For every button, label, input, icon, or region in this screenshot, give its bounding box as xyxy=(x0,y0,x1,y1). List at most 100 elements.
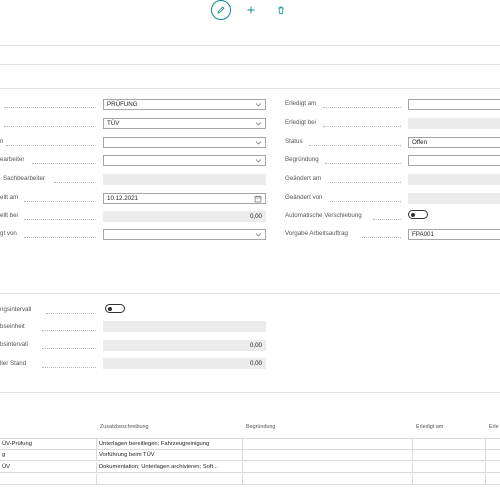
field-label: ller Stand xyxy=(0,360,27,367)
field-dots xyxy=(42,330,96,331)
field-label: bsintervall xyxy=(0,341,28,348)
task-name-cell[interactable]: ÜV-Prüfung xyxy=(0,439,97,450)
completed-cell[interactable] xyxy=(486,474,500,485)
interval-toggle[interactable] xyxy=(105,304,125,313)
chevron-down-icon xyxy=(255,103,262,107)
description-cell[interactable]: Dokumentation; Unterlagen archivieren; S… xyxy=(97,462,243,473)
table-row[interactable]: ÜV Dokumentation; Unterlagen archivieren… xyxy=(0,462,500,473)
reason-cell[interactable] xyxy=(243,474,413,485)
chevron-down-icon xyxy=(255,122,262,126)
table-row[interactable]: g Vorführung beim TÜV xyxy=(0,450,500,461)
task-name-cell[interactable]: g xyxy=(0,450,97,461)
current-reading-value: 0,00 xyxy=(249,360,262,367)
chevron-down-icon xyxy=(255,233,262,237)
status-field[interactable]: Offen xyxy=(408,137,500,148)
column-header-reason[interactable]: Begründung xyxy=(246,424,275,436)
field-label: Status xyxy=(285,138,303,145)
reason-cell[interactable] xyxy=(243,462,413,473)
reason-cell[interactable] xyxy=(243,450,413,461)
table-row[interactable] xyxy=(0,474,500,485)
completed-cell[interactable] xyxy=(486,450,500,461)
work-order-field[interactable]: FPA001 xyxy=(408,229,500,240)
operating-interval-value: 0,00 xyxy=(249,342,262,349)
field-label: ellt bei xyxy=(0,212,18,219)
field-label: n xyxy=(0,138,4,145)
completed-cell[interactable] xyxy=(486,462,500,473)
column-header-completed-date[interactable]: Erledigt am xyxy=(416,424,443,436)
field-dots xyxy=(32,163,96,164)
reason-cell[interactable] xyxy=(243,439,413,450)
task-name-cell[interactable]: ÜV xyxy=(0,462,97,473)
field-label: earbeiter xyxy=(0,156,25,163)
divider xyxy=(0,293,500,294)
pencil-icon xyxy=(217,6,225,14)
field-dots xyxy=(42,367,96,368)
completed-date-field[interactable] xyxy=(408,99,500,110)
field-label: gt von xyxy=(0,230,17,237)
field-dots xyxy=(24,219,96,220)
trash-icon xyxy=(278,6,284,14)
calendar-icon[interactable] xyxy=(254,195,262,203)
field-label: bseinheit xyxy=(0,323,25,330)
field-dots xyxy=(24,201,96,202)
completed-date-cell[interactable] xyxy=(413,474,486,485)
field-label: Vorgabe Arbeitsauftrag xyxy=(285,230,348,237)
chevron-down-icon xyxy=(255,141,262,145)
created-by-dropdown[interactable] xyxy=(103,229,266,240)
reason-field[interactable] xyxy=(408,155,500,166)
toggle-knob xyxy=(411,212,415,217)
divider xyxy=(0,64,500,65)
operating-unit-field xyxy=(103,321,266,332)
completed-date-cell[interactable] xyxy=(413,462,486,473)
description-cell[interactable] xyxy=(97,474,243,485)
field-label: Geändert am xyxy=(285,175,322,182)
field-label: Erledigt am xyxy=(285,100,317,107)
field-dots xyxy=(54,182,96,183)
field-dots xyxy=(373,219,401,220)
modified-by-field xyxy=(408,193,500,204)
created-date-field[interactable]: 10.12.2021 xyxy=(103,193,266,204)
field-dots xyxy=(330,201,401,202)
table-row[interactable]: ÜV-Prüfung Unterlagen bereitlegen; Fahrz… xyxy=(0,438,500,450)
clerk-name-field xyxy=(103,174,266,185)
field-label: Erledigt bei xyxy=(285,119,316,126)
completed-at-field xyxy=(408,118,500,129)
field-dots xyxy=(24,237,96,238)
auto-shift-toggle[interactable] xyxy=(408,210,428,219)
completed-date-cell[interactable] xyxy=(413,439,486,450)
type-value: PRÜFUNG xyxy=(107,101,138,108)
divider xyxy=(0,88,500,89)
field-dots xyxy=(4,126,96,127)
created-at-reading-value: 0,00 xyxy=(249,213,262,220)
edit-button[interactable] xyxy=(211,0,231,20)
plus-icon xyxy=(247,6,255,14)
authority-dropdown[interactable]: TÜV xyxy=(103,118,266,129)
authority-value: TÜV xyxy=(107,120,120,127)
description-cell[interactable]: Unterlagen bereitlegen; Fahrzeugreinigun… xyxy=(97,439,243,450)
field-dots xyxy=(4,107,96,108)
field-dots xyxy=(325,163,401,164)
field-label: ngsintervall xyxy=(0,306,32,313)
column-header-description[interactable]: Zusatzbeschreibung xyxy=(100,424,149,436)
field-dropdown[interactable] xyxy=(103,137,266,148)
created-at-reading-field: 0,00 xyxy=(103,211,266,222)
field-dots xyxy=(323,126,401,127)
field-label: Sachbearbeiter xyxy=(3,175,45,182)
field-dots xyxy=(42,348,96,349)
divider xyxy=(0,392,500,393)
type-dropdown[interactable]: PRÜFUNG xyxy=(103,99,266,110)
delete-button[interactable] xyxy=(274,0,288,20)
task-name-cell[interactable] xyxy=(0,474,97,485)
clerk-dropdown[interactable] xyxy=(103,155,266,166)
completed-cell[interactable] xyxy=(486,439,500,450)
status-value: Offen xyxy=(412,139,428,146)
work-order-value: FPA001 xyxy=(412,231,434,238)
field-dots xyxy=(323,107,401,108)
description-cell[interactable]: Vorführung beim TÜV xyxy=(97,450,243,461)
field-dots xyxy=(328,182,401,183)
field-dots xyxy=(6,145,96,146)
completed-date-cell[interactable] xyxy=(413,450,486,461)
add-button[interactable] xyxy=(244,0,258,20)
column-header-completed[interactable]: Erle xyxy=(489,424,499,436)
current-reading-field: 0,00 xyxy=(103,358,266,369)
